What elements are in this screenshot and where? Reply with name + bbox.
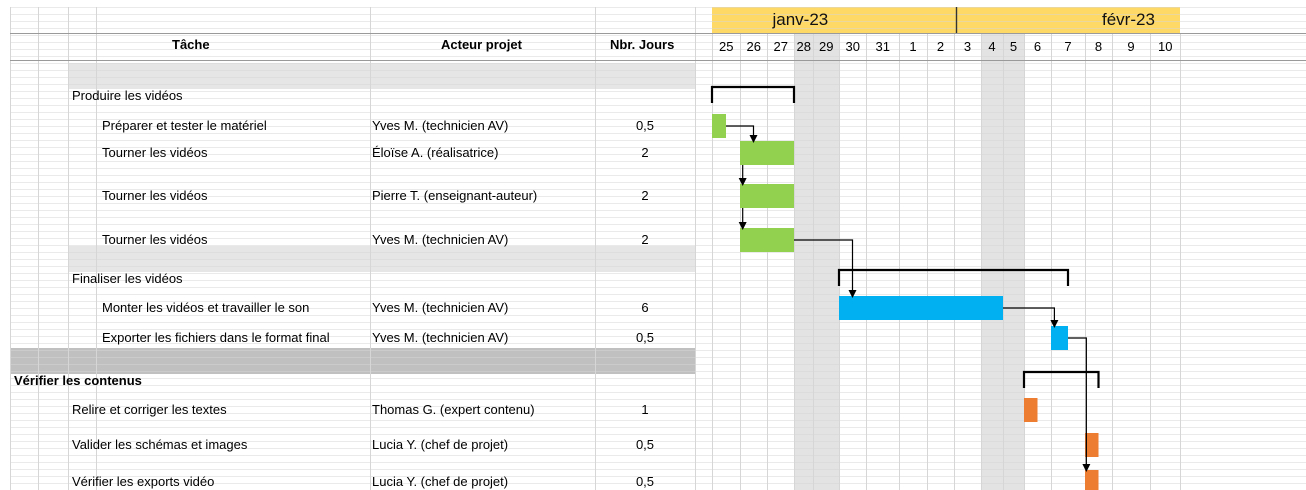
task-bar [712,114,726,138]
task-name-cell: Valider les schémas et images [72,437,248,452]
days-value-cell: 6 [641,300,649,315]
day-label: 28 [796,39,811,54]
group-row-bg [68,63,695,89]
days-column-header: Nbr. Jours [610,37,675,52]
task-name-cell: Tourner les vidéos [102,145,208,160]
actor-cell: Yves M. (technicien AV) [372,118,509,133]
day-label: 2 [936,39,945,54]
day-label: 1 [909,39,917,54]
actor-cell: Lucia Y. (chef de projet) [372,474,509,489]
task-bar [740,184,794,208]
task-bar [740,228,794,252]
weekend-column [1003,33,1024,490]
days-value-cell: 1 [641,402,649,417]
task-bar [839,296,1003,320]
task-name-cell: Exporter les fichiers dans le format fin… [102,330,330,345]
group-name-cell: Produire les vidéos [72,88,183,103]
days-value-cell: 2 [641,145,649,160]
day-label: 4 [988,39,996,54]
task-bar [1051,326,1068,350]
task-name-cell: Tourner les vidéos [102,188,208,203]
day-label: 7 [1064,39,1072,54]
month-label: janv-23 [772,10,829,29]
actor-cell: Lucia Y. (chef de projet) [372,437,509,452]
actor-cell: Thomas G. (expert contenu) [372,402,535,417]
day-label: 10 [1158,39,1173,54]
day-label: 3 [963,39,972,54]
section-name-cell: Vérifier les contenus [14,373,142,388]
days-value-cell: 0,5 [635,118,655,133]
task-column-header: Tâche [172,37,210,52]
days-value-cell: 2 [641,232,649,247]
weekend-column [813,33,839,490]
weekend-column [794,33,813,490]
day-label: 26 [746,39,761,54]
day-label: 6 [1033,39,1042,54]
day-label: 25 [719,39,734,54]
actor-cell: Yves M. (technicien AV) [372,232,509,247]
group-row-bg [68,246,695,272]
month-label: févr-23 [1102,10,1155,29]
day-label: 8 [1094,39,1103,54]
group-name-cell: Finaliser les vidéos [72,271,183,286]
actor-cell: Yves M. (technicien AV) [372,300,509,315]
actor-cell: Éloïse A. (réalisatrice) [372,145,499,160]
day-label: 27 [773,39,788,54]
days-value-cell: 2 [641,188,649,203]
summary-bracket [710,85,796,103]
task-name-cell: Relire et corriger les textes [72,402,227,417]
task-bar [1024,398,1038,422]
day-label: 30 [845,39,860,54]
actor-cell: Yves M. (technicien AV) [372,330,509,345]
task-name-cell: Vérifier les exports vidéo [72,474,215,489]
summary-bracket [837,268,1070,286]
dependency-arrow [726,125,758,143]
task-name-cell: Tourner les vidéos [102,232,208,247]
task-name-cell: Préparer et tester le matériel [102,118,267,133]
days-value-cell: 0,5 [635,330,655,345]
task-bar [740,141,794,165]
day-label: 29 [819,39,834,54]
weekend-column [981,33,1003,490]
days-value-cell: 0,5 [635,437,655,452]
day-label: 31 [875,39,890,54]
actor-cell: Pierre T. (enseignant-auteur) [372,188,538,203]
day-label: 5 [1009,39,1018,54]
task-bar [1085,470,1099,490]
task-name-cell: Monter les vidéos et travailler le son [102,300,310,315]
actor-column-header: Acteur projet [441,37,522,52]
day-label: 9 [1127,39,1135,54]
task-bar [1085,433,1099,457]
section-row-bg [10,348,695,374]
days-value-cell: 0,5 [635,474,655,489]
